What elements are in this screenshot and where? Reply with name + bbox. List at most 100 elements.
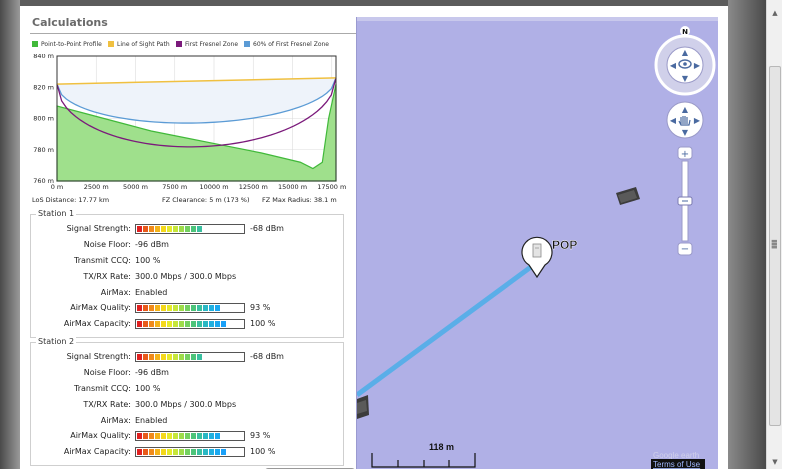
signal-strength-value: -68 dBm <box>250 224 284 233</box>
meter-segment <box>137 226 142 232</box>
map-canvas[interactable]: POP N ▲ ▼ ◀ ▶ ▲ ▼ ◀ ▶ + − 118 m Google e… <box>357 17 718 469</box>
pan-up-icon[interactable]: ▲ <box>682 105 689 114</box>
meter-segment <box>191 305 196 311</box>
meter-segment <box>149 226 154 232</box>
pan-left-icon[interactable]: ◀ <box>670 116 677 125</box>
meter-segment <box>179 354 184 360</box>
airmax-capacity-row: AirMax Capacity: 100 % <box>31 445 343 460</box>
transmit-ccq-row: Transmit CCQ: 100 % <box>31 382 343 397</box>
meter-segment <box>155 305 160 311</box>
meter-segment <box>167 305 172 311</box>
meter-segment <box>173 354 178 360</box>
meter-segment <box>185 449 190 455</box>
airmax-label: AirMax: <box>100 288 131 297</box>
transmit-ccq-label: Transmit CCQ: <box>74 256 131 265</box>
transmit-ccq-value: 100 % <box>135 384 161 393</box>
airmax-capacity-meter <box>135 447 245 457</box>
legend-label-fresnel60: 60% of First Fresnel Zone <box>253 41 329 48</box>
meter-segment <box>137 321 142 327</box>
meter-segment <box>191 449 196 455</box>
meter-segment <box>185 433 190 439</box>
meter-segment <box>197 449 202 455</box>
meter-segment <box>221 449 226 455</box>
map-view[interactable]: POP N ▲ ▼ ◀ ▶ ▲ ▼ ◀ ▶ + − 118 m Google e… <box>356 17 718 469</box>
rotate-up-icon[interactable]: ▲ <box>682 48 689 57</box>
y-tick-label: 800 m <box>33 115 54 123</box>
meter-segment <box>173 226 178 232</box>
meter-segment <box>143 449 148 455</box>
rotate-left-icon[interactable]: ◀ <box>670 61 677 70</box>
scroll-up-icon[interactable]: ▲ <box>770 8 780 18</box>
pan-control[interactable]: ▲ ▼ ◀ ▶ <box>666 101 704 139</box>
rotate-down-icon[interactable]: ▼ <box>682 74 689 83</box>
noise-floor-row: Noise Floor: -96 dBm <box>31 238 343 253</box>
meter-segment <box>161 321 166 327</box>
zoom-in-icon[interactable]: + <box>681 149 689 160</box>
station-1-panel: Station 1 Signal Strength: -68 dBm Noise… <box>30 209 344 338</box>
meter-segment <box>191 226 196 232</box>
meter-segment <box>149 449 154 455</box>
window-edge <box>782 0 800 469</box>
y-tick-label: 840 m <box>33 54 54 60</box>
zoom-control[interactable]: + − <box>677 146 693 256</box>
meter-segment <box>215 449 220 455</box>
legend-item-fresnel: First Fresnel Zone <box>176 41 238 48</box>
meter-segment <box>197 226 202 232</box>
meter-segment <box>155 433 160 439</box>
navigation-control[interactable]: N ▲ ▼ ◀ ▶ <box>654 26 716 96</box>
meter-segment <box>209 321 214 327</box>
meter-segment <box>149 433 154 439</box>
airmax-label: AirMax: <box>100 416 131 425</box>
meter-segment <box>143 226 148 232</box>
txrx-rate-value: 300.0 Mbps / 300.0 Mbps <box>135 272 237 281</box>
meter-segment <box>203 433 208 439</box>
meter-segment <box>197 305 202 311</box>
scale-bar-label: 118 m <box>429 442 454 452</box>
meter-segment <box>215 321 220 327</box>
meter-segment <box>197 321 202 327</box>
signal-strength-meter <box>135 224 245 234</box>
content-panel: Calculations Point-to-Point Profile Line… <box>20 6 728 469</box>
legend-label-los: Line of Sight Path <box>117 41 170 48</box>
meter-segment <box>137 449 142 455</box>
meter-segment <box>155 354 160 360</box>
noise-floor-label: Noise Floor: <box>83 368 131 377</box>
meter-segment <box>161 305 166 311</box>
legend-item-los: Line of Sight Path <box>108 41 170 48</box>
terms-of-use-link[interactable]: Terms of Use <box>653 460 701 469</box>
link-path-line <box>357 258 541 398</box>
pan-right-icon[interactable]: ▶ <box>694 116 701 125</box>
x-tick-label: 2500 m <box>84 183 109 189</box>
signal-strength-meter <box>135 352 245 362</box>
meter-segment <box>167 354 172 360</box>
txrx-rate-value: 300.0 Mbps / 300.0 Mbps <box>135 400 237 409</box>
zoom-out-icon[interactable]: − <box>681 244 689 255</box>
meter-segment <box>137 433 142 439</box>
pan-down-icon[interactable]: ▼ <box>682 128 689 137</box>
meter-segment <box>179 305 184 311</box>
meter-segment <box>167 226 172 232</box>
meter-segment <box>161 433 166 439</box>
rotate-right-icon[interactable]: ▶ <box>694 61 701 70</box>
vertical-scrollbar[interactable]: ▲ ▬ ▬ ▬ ▼ <box>766 0 782 469</box>
transmit-ccq-row: Transmit CCQ: 100 % <box>31 254 343 269</box>
airmax-quality-value: 93 % <box>250 431 271 440</box>
meter-segment <box>215 226 220 232</box>
meter-segment <box>173 449 178 455</box>
google-logo: Google earth <box>653 451 699 460</box>
meter-segment <box>137 305 142 311</box>
scroll-down-icon[interactable]: ▼ <box>770 457 780 467</box>
meter-segment <box>185 321 190 327</box>
fz-max-radius: FZ Max Radius: 38.1 m <box>262 196 337 204</box>
station-1-title: Station 1 <box>36 209 77 218</box>
airmax-capacity-value: 100 % <box>250 447 276 456</box>
airmax-quality-row: AirMax Quality: 93 % <box>31 429 343 444</box>
meter-segment <box>185 226 190 232</box>
meter-segment <box>215 433 220 439</box>
signal-strength-row: Signal Strength: -68 dBm <box>31 222 343 237</box>
airmax-quality-meter <box>135 303 245 313</box>
los-distance: LoS Distance: 17.77 km <box>32 196 110 204</box>
meter-segment <box>191 433 196 439</box>
station-2-title: Station 2 <box>36 337 77 346</box>
meter-segment <box>173 305 178 311</box>
